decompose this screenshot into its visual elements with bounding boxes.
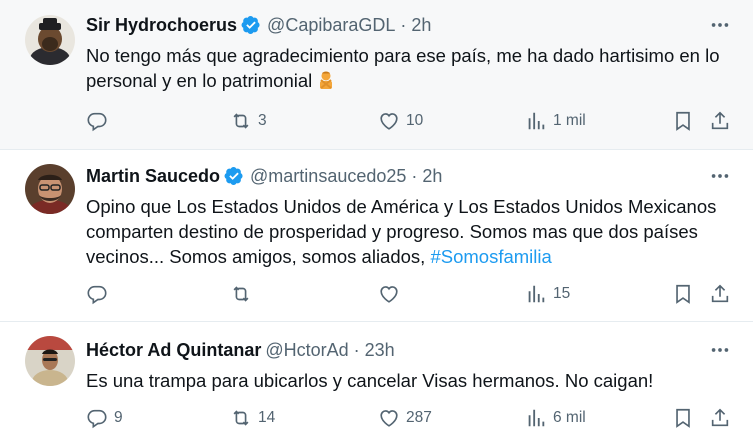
view-count: 6 mil	[553, 409, 586, 426]
heart-icon	[380, 113, 398, 130]
reply-button[interactable]: 9	[86, 405, 123, 431]
bookmark-button[interactable]	[672, 108, 694, 134]
tweet-actions: 15	[86, 281, 733, 307]
share-icon	[711, 111, 729, 130]
tweet-text-content: No tengo más que agradecimiento para ese…	[86, 45, 720, 91]
more-options-button[interactable]	[707, 337, 733, 363]
tweet-actions: 9 14 287 6 mil	[86, 405, 733, 431]
view-count: 1 mil	[553, 112, 586, 129]
share-button[interactable]	[709, 281, 731, 307]
reply-count: 9	[114, 409, 123, 426]
tweet-content: Martin Saucedo @martinsaucedo25 · 2h Opi…	[86, 163, 733, 269]
views-button[interactable]: 1 mil	[525, 108, 586, 134]
tweet-header: Sir Hydrochoerus @CapibaraGDL · 2h	[86, 12, 733, 38]
tweet-feed: Sir Hydrochoerus @CapibaraGDL · 2h No te…	[0, 0, 753, 441]
tweet[interactable]: Héctor Ad Quintanar @HctorAd · 23h Es un…	[0, 322, 753, 441]
more-options-button[interactable]	[707, 12, 733, 38]
author-handle[interactable]: @martinsaucedo25	[250, 166, 406, 187]
tweet[interactable]: Martin Saucedo @martinsaucedo25 · 2h Opi…	[0, 150, 753, 322]
reply-button[interactable]	[86, 108, 114, 134]
tweet-text: Opino que Los Estados Unidos de América …	[86, 194, 733, 269]
repost-button[interactable]: 14	[230, 405, 275, 431]
like-count: 10	[406, 112, 424, 129]
reply-icon	[87, 409, 107, 429]
bookmark-icon	[676, 408, 690, 428]
bookmark-icon	[676, 284, 690, 304]
separator-dot: ·	[353, 339, 360, 360]
separator-dot: ·	[411, 165, 418, 186]
avatar[interactable]	[25, 336, 75, 386]
like-button[interactable]: 10	[378, 108, 423, 134]
share-icon	[711, 408, 729, 427]
tweet-header: Martin Saucedo @martinsaucedo25 · 2h	[86, 163, 733, 189]
repost-count: 14	[258, 409, 276, 426]
like-button[interactable]: 287	[378, 405, 432, 431]
tweet-actions: 3 10 1 mil	[86, 108, 733, 134]
author-handle[interactable]: @CapibaraGDL	[267, 15, 395, 36]
tweet-text-content: Opino que Los Estados Unidos de América …	[86, 196, 717, 267]
timestamp[interactable]: 2h	[411, 15, 431, 36]
repost-count: 3	[258, 112, 267, 129]
repost-button[interactable]	[230, 281, 258, 307]
bookmark-button[interactable]	[672, 281, 694, 307]
repost-button[interactable]: 3	[230, 108, 267, 134]
tweet-text: Es una trampa para ubicarlos y cancelar …	[86, 370, 654, 391]
more-icon	[711, 23, 729, 27]
verified-badge-icon	[224, 167, 243, 185]
like-count: 287	[406, 409, 432, 426]
heart-icon	[380, 286, 398, 303]
like-button[interactable]	[378, 281, 406, 307]
heart-icon	[380, 410, 398, 427]
repost-icon	[233, 286, 249, 302]
author-handle[interactable]: @HctorAd	[265, 340, 348, 361]
author-name[interactable]: Héctor Ad Quintanar	[86, 340, 261, 361]
share-button[interactable]	[709, 405, 731, 431]
views-chart-icon	[528, 112, 545, 130]
avatar[interactable]	[25, 164, 75, 214]
tweet-content: Héctor Ad Quintanar @HctorAd · 23h Es un…	[86, 337, 733, 393]
views-chart-icon	[528, 409, 545, 427]
views-button[interactable]: 6 mil	[525, 405, 586, 431]
bookmark-button[interactable]	[672, 405, 694, 431]
reply-icon	[87, 285, 107, 305]
verified-badge-icon	[241, 16, 260, 34]
bookmark-icon	[676, 111, 690, 131]
reply-button[interactable]	[86, 281, 114, 307]
repost-icon	[233, 410, 249, 426]
view-count: 15	[553, 285, 571, 302]
share-icon	[711, 284, 729, 303]
tweet[interactable]: Sir Hydrochoerus @CapibaraGDL · 2h No te…	[0, 0, 753, 150]
avatar[interactable]	[25, 15, 75, 65]
more-options-button[interactable]	[707, 163, 733, 189]
timestamp[interactable]: 23h	[365, 340, 395, 361]
reply-icon	[87, 112, 107, 132]
author-name[interactable]: Sir Hydrochoerus	[86, 15, 237, 36]
repost-icon	[233, 113, 249, 129]
tweet-header: Héctor Ad Quintanar @HctorAd · 23h	[86, 337, 733, 363]
more-icon	[711, 174, 729, 178]
author-name[interactable]: Martin Saucedo	[86, 166, 220, 187]
timestamp[interactable]: 2h	[422, 166, 442, 187]
share-button[interactable]	[709, 108, 731, 134]
more-icon	[711, 348, 729, 352]
person-gesturing-no-emoji-icon	[320, 71, 333, 89]
views-chart-icon	[528, 285, 545, 303]
separator-dot: ·	[400, 14, 407, 35]
hashtag-link[interactable]: #Somosfamilia	[430, 246, 551, 267]
tweet-text: No tengo más que agradecimiento para ese…	[86, 43, 733, 93]
views-button[interactable]: 15	[525, 281, 570, 307]
tweet-content: Sir Hydrochoerus @CapibaraGDL · 2h No te…	[86, 12, 733, 93]
